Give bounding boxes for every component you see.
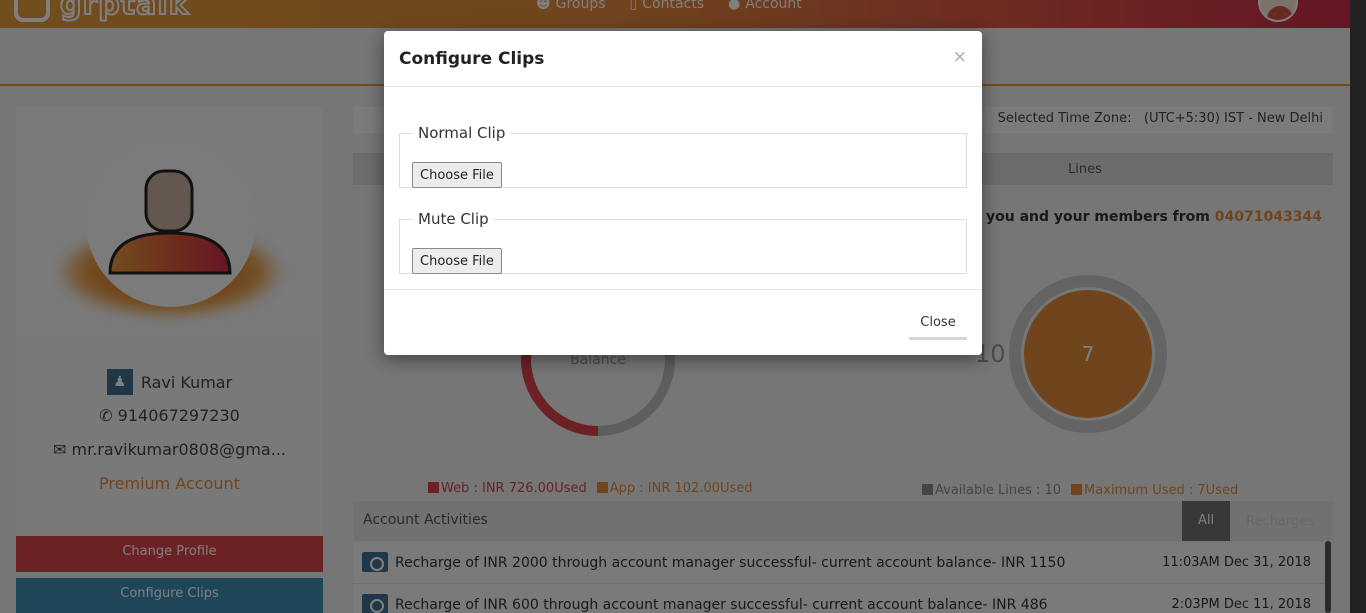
- normal-clip-label: Normal Clip: [418, 124, 506, 142]
- mute-clip-fieldset: Mute Clip Choose File: [399, 210, 967, 274]
- modal-header: Configure Clips ×: [384, 31, 982, 87]
- normal-clip-choose-file-button[interactable]: Choose File: [412, 162, 502, 188]
- page-scrollbar[interactable]: [1350, 0, 1366, 613]
- close-button[interactable]: Close: [909, 308, 967, 340]
- modal-footer: Close: [384, 289, 982, 355]
- modal-title: Configure Clips: [399, 49, 545, 69]
- close-icon[interactable]: ×: [953, 47, 967, 67]
- configure-clips-modal: Configure Clips × Normal Clip Choose Fil…: [384, 31, 982, 355]
- mute-clip-label: Mute Clip: [418, 210, 489, 228]
- normal-clip-fieldset: Normal Clip Choose File: [399, 124, 967, 188]
- mute-clip-choose-file-button[interactable]: Choose File: [412, 248, 502, 274]
